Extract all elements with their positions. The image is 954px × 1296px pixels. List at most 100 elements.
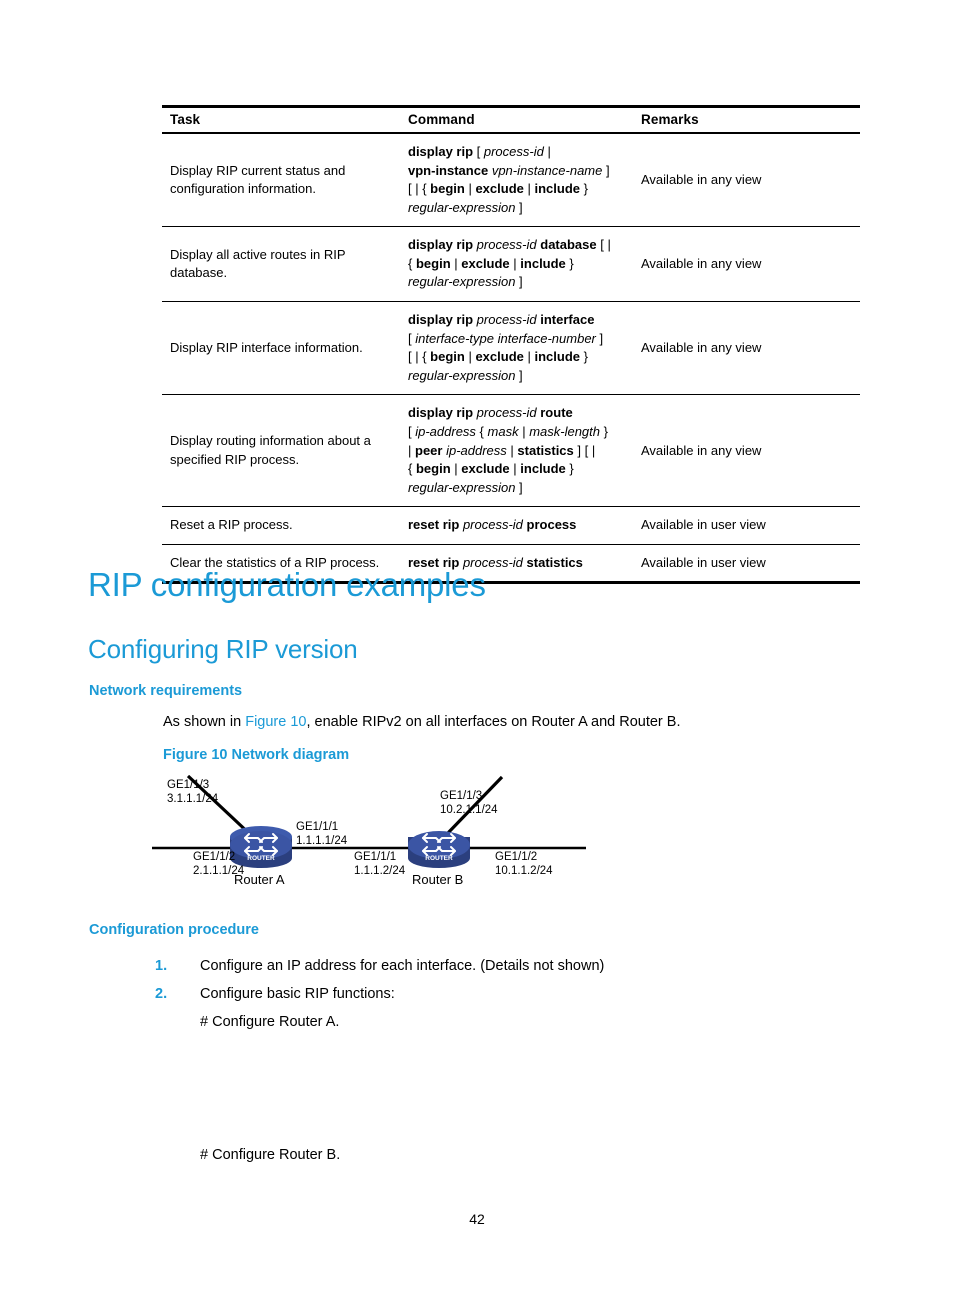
router-a-uplink-label: GE1/1/3 3.1.1.1/24 [167, 778, 218, 806]
command-token-pn: ] [515, 274, 523, 290]
command-token-pn: ] [602, 162, 610, 178]
command-line: display rip process-id route [408, 404, 627, 423]
command-line: display rip [ process-id | [408, 143, 627, 162]
page-number: 42 [469, 1211, 485, 1227]
command-line: regular-expression ] [408, 367, 627, 386]
command-token-var: ip-address [415, 423, 476, 439]
remarks-cell: Available in any view [633, 133, 860, 228]
router-b-left-label: GE1/1/1 1.1.1.2/24 [354, 850, 405, 878]
command-token-pn: ] [515, 479, 523, 495]
command-token-kw: include [534, 181, 580, 197]
command-token-pn: } [565, 255, 574, 271]
command-token-pn: [ | { [408, 349, 431, 365]
command-line: vpn-instance vpn-instance-name ] [408, 162, 627, 181]
command-token-var: vpn-instance-name [491, 162, 603, 178]
command-token-pn: | [450, 461, 462, 477]
command-token-kw: route [540, 405, 573, 421]
command-token-pn: | [464, 181, 476, 197]
remarks-cell: Available in any view [633, 226, 860, 303]
table-row: Display RIP interface information. displa… [162, 301, 860, 396]
command-line: [ | { begin | exclude | include } [408, 348, 627, 367]
network-diagram: ROUTER ROUTER GE1/1/3 3.1.1.1/24 GE1/1/2… [150, 775, 590, 895]
router-b-right-iface: GE1/1/2 [495, 851, 538, 863]
command-line: regular-expression ] [408, 479, 627, 498]
command-token-kw: include [520, 255, 566, 271]
command-token-kw: display rip [408, 405, 474, 421]
task-cell: Display routing information about a spec… [162, 394, 400, 508]
table-row: Display RIP current status and configura… [162, 133, 860, 228]
command-token-var: mask [487, 423, 519, 439]
figure-10-crossref-link[interactable]: Figure 10 [245, 714, 306, 730]
command-token-pn: } [580, 181, 588, 197]
command-token-pn: } [580, 349, 588, 365]
router-b-uplink-iface: GE1/1/3 [440, 790, 483, 802]
command-token-pn: | [523, 181, 535, 197]
table-row: Display routing information about a spec… [162, 394, 860, 508]
column-header-remarks: Remarks [633, 105, 860, 134]
command-token-kw: exclude [461, 255, 510, 271]
command-line: [ | { begin | exclude | include } [408, 180, 627, 199]
command-token-pn: | [518, 423, 530, 439]
router-a-right-ip: 1.1.1.1/24 [296, 835, 348, 847]
command-token-kw: begin [415, 461, 451, 477]
command-token-pn: | [509, 255, 521, 271]
command-cell: reset rip process-id process [400, 506, 633, 545]
subsection-heading-network-requirements: Network requirements [89, 683, 243, 699]
list-item-number: 2. [155, 986, 168, 1002]
command-line: regular-expression ] [408, 273, 627, 292]
command-line: [ ip-address { mask | mask-length } [408, 423, 627, 442]
command-token-var: regular-expression [408, 367, 516, 383]
command-cell: display rip process-id route[ ip-address… [400, 394, 633, 508]
command-token-var: process-id [483, 144, 544, 159]
list-item-text: Configure an IP address for each interfa… [200, 958, 605, 974]
table-header-row: Task Command Remarks [162, 105, 860, 134]
task-cell: Display all active routes in RIP databas… [162, 226, 400, 303]
command-token-var: interface-type interface-number [415, 330, 596, 346]
command-token-pn: } [600, 423, 608, 439]
list-item: 1. Configure an IP address for each inter… [155, 952, 855, 980]
page-title-rip-configuration-examples: RIP configuration examples [88, 566, 486, 603]
router-b-uplink-label: GE1/1/3 10.2.1.1/24 [440, 789, 498, 817]
command-token-kw: peer [415, 442, 443, 458]
router-b-name: Router B [412, 872, 464, 887]
command-token-var: process-id [462, 517, 523, 533]
command-token-kw: begin [430, 349, 465, 365]
table-header: Task Command Remarks [162, 105, 860, 134]
command-token-kw: begin [415, 255, 451, 271]
command-line: regular-expression ] [408, 199, 627, 218]
command-token-var: mask-length [529, 423, 600, 439]
table-row: Reset a RIP process. reset rip process-id… [162, 506, 860, 545]
command-token-var: process-id [476, 405, 537, 421]
command-token-var: process-id [476, 237, 537, 253]
command-token-pn: } [565, 461, 574, 477]
router-a-left-iface: GE1/1/2 [193, 851, 236, 863]
command-token-var: ip-address [446, 442, 507, 458]
router-b-icon: ROUTER [408, 831, 470, 868]
list-item-text: Configure basic RIP functions: [200, 986, 395, 1002]
command-token-kw: begin [430, 181, 465, 197]
command-token-kw: display rip [408, 312, 474, 328]
router-b-uplink-ip: 10.2.1.1/24 [440, 804, 498, 816]
rip-display-commands-table: Task Command Remarks Display RIP current… [162, 105, 860, 585]
command-token-pn: ] [515, 199, 523, 215]
command-token-kw: interface [540, 312, 595, 328]
column-header-task: Task [162, 105, 400, 134]
configure-router-b-line: # Configure Router B. [200, 1147, 341, 1163]
command-token-pn: [ | { [408, 181, 431, 197]
table-body: Display RIP current status and configura… [162, 133, 860, 585]
command-cell: display rip process-id database [ |{ beg… [400, 226, 633, 303]
command-line: { begin | exclude | include } [408, 255, 627, 274]
command-token-kw: exclude [475, 349, 524, 365]
command-token-pn: ] [ | [573, 442, 596, 458]
command-token-kw: display rip [408, 144, 474, 159]
command-token-kw: display rip [408, 237, 474, 253]
remarks-cell: Available in any view [633, 301, 860, 396]
command-token-pn: { [408, 255, 416, 271]
remarks-cell: Available in any view [633, 394, 860, 508]
intro-suffix: , enable RIPv2 on all interfaces on Rout… [306, 714, 681, 730]
command-token-var: regular-expression [408, 274, 516, 290]
configure-router-a-line: # Configure Router A. [200, 1014, 340, 1030]
router-a-right-iface: GE1/1/1 [296, 821, 339, 833]
figure-caption: Figure 10 Network diagram [163, 747, 350, 763]
command-token-kw: include [520, 461, 566, 477]
